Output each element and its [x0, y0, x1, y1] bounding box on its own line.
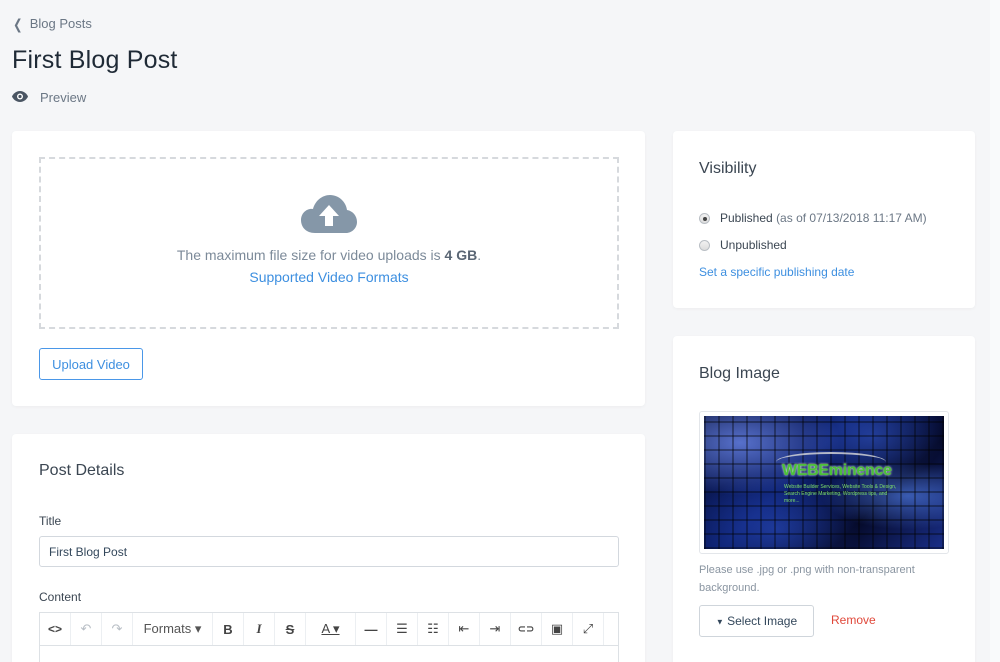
code-icon: <> — [47, 622, 62, 636]
undo-button[interactable]: ↶ — [71, 613, 102, 645]
select-image-label: Select Image — [727, 614, 798, 628]
content-editor[interactable]: <> ↶ ↷ Formats ▾ B I S A ▾ — ☰ ☷ ⇤ ⇥ ⊂⊃ … — [39, 612, 619, 662]
formats-label: Formats ▾ — [143, 621, 202, 636]
upload-video-button[interactable]: Upload Video — [39, 348, 143, 380]
title-label: Title — [39, 514, 62, 528]
redo-icon: ↷ — [111, 621, 123, 636]
video-upload-card: The maximum file size for video uploads … — [12, 131, 645, 406]
text-color-icon: A ▾ — [321, 621, 340, 636]
link-button[interactable]: ⊂⊃ — [511, 613, 542, 645]
italic-icon: I — [256, 621, 262, 636]
post-details-heading: Post Details — [39, 462, 125, 479]
outdent-button[interactable]: ⇤ — [449, 613, 480, 645]
blog-image-preview: WEBEminence Website Builder Services, We… — [699, 411, 949, 554]
max-file-size-text: The maximum file size for video uploads … — [176, 247, 482, 263]
fullscreen-button[interactable]: ⤢ — [573, 613, 604, 645]
fullscreen-icon: ⤢ — [582, 621, 594, 636]
select-image-button[interactable]: ▼ Select Image — [699, 605, 814, 637]
title-input[interactable] — [39, 536, 619, 567]
scrollbar-track[interactable] — [990, 0, 1000, 662]
horizontal-rule-button[interactable]: — — [356, 613, 387, 645]
eye-icon — [12, 90, 28, 105]
bold-icon: B — [223, 621, 233, 637]
bullet-list-button[interactable]: ☰ — [387, 613, 418, 645]
image-tagline: Website Builder Services, Website Tools … — [784, 484, 897, 504]
page-title: First Blog Post — [12, 46, 178, 74]
link-icon: ⊂⊃ — [517, 623, 535, 635]
visibility-heading: Visibility — [699, 160, 757, 177]
visibility-card: Visibility Published (as of 07/13/2018 1… — [673, 131, 975, 308]
supported-formats-link[interactable]: Supported Video Formats — [249, 269, 408, 285]
chevron-left-icon: ❮ — [13, 15, 23, 32]
image-logo-text: WEBEminence — [782, 462, 892, 479]
blog-image-card: Blog Image WEBEminence Website Builder S… — [673, 336, 975, 662]
editor-toolbar: <> ↶ ↷ Formats ▾ B I S A ▾ — ☰ ☷ ⇤ ⇥ ⊂⊃ … — [40, 613, 618, 646]
breadcrumb-back-link[interactable]: ❮ Blog Posts — [12, 16, 92, 31]
strikethrough-icon: S — [285, 621, 295, 637]
unpublished-radio[interactable] — [699, 239, 710, 251]
image-help-text: Please use .jpg or .png with non-transpa… — [699, 564, 915, 594]
published-date: (as of 07/13/2018 11:17 AM) — [776, 211, 927, 225]
source-code-button[interactable]: <> — [40, 613, 71, 645]
published-radio-option[interactable]: Published (as of 07/13/2018 11:17 AM) — [699, 211, 927, 225]
published-radio[interactable] — [699, 212, 710, 224]
numbered-list-icon: ☷ — [427, 621, 439, 636]
bold-button[interactable]: B — [213, 613, 244, 645]
video-dropzone[interactable]: The maximum file size for video uploads … — [39, 157, 619, 329]
max-file-size-value: 4 GB — [444, 247, 478, 263]
content-label: Content — [39, 590, 82, 604]
published-label: Published — [720, 211, 773, 225]
set-publishing-date-link[interactable]: Set a specific publishing date — [699, 265, 854, 279]
formats-dropdown[interactable]: Formats ▾ — [133, 613, 213, 645]
post-details-card: Post Details Title Content <> ↶ ↷ Format… — [12, 434, 645, 662]
image-icon: ▣ — [550, 621, 564, 636]
blog-image-heading: Blog Image — [699, 365, 780, 382]
strikethrough-button[interactable]: S — [275, 613, 306, 645]
bullet-list-icon: ☰ — [396, 621, 408, 636]
breadcrumb-label: Blog Posts — [29, 16, 92, 31]
unpublished-label: Unpublished — [720, 238, 787, 252]
caret-down-icon: ▼ — [715, 617, 724, 627]
horizontal-rule-icon: — — [364, 621, 378, 637]
text-color-dropdown[interactable]: A ▾ — [306, 613, 356, 645]
blog-image: WEBEminence Website Builder Services, We… — [704, 416, 944, 549]
indent-button[interactable]: ⇥ — [480, 613, 511, 645]
redo-button[interactable]: ↷ — [102, 613, 133, 645]
undo-icon: ↶ — [80, 621, 92, 636]
outdent-icon: ⇤ — [458, 621, 470, 636]
preview-label: Preview — [40, 90, 87, 105]
indent-icon: ⇥ — [489, 621, 501, 636]
remove-image-link[interactable]: Remove — [831, 613, 876, 627]
cloud-upload-icon — [301, 195, 357, 233]
image-button[interactable]: ▣ — [542, 613, 573, 645]
italic-button[interactable]: I — [244, 613, 275, 645]
numbered-list-button[interactable]: ☷ — [418, 613, 449, 645]
preview-link[interactable]: Preview — [12, 90, 86, 105]
unpublished-radio-option[interactable]: Unpublished — [699, 238, 787, 252]
